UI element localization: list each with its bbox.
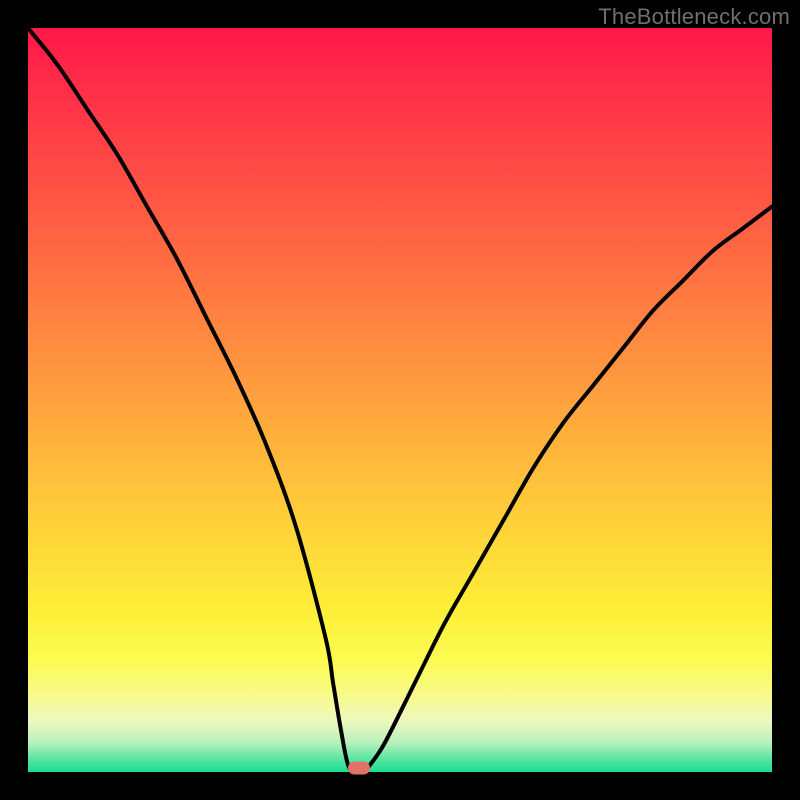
watermark-text: TheBottleneck.com [598,4,790,30]
curve-svg [28,28,772,772]
bottleneck-curve [28,28,772,772]
plot-area [28,28,772,772]
optimum-marker [348,762,370,775]
chart-frame: TheBottleneck.com [0,0,800,800]
